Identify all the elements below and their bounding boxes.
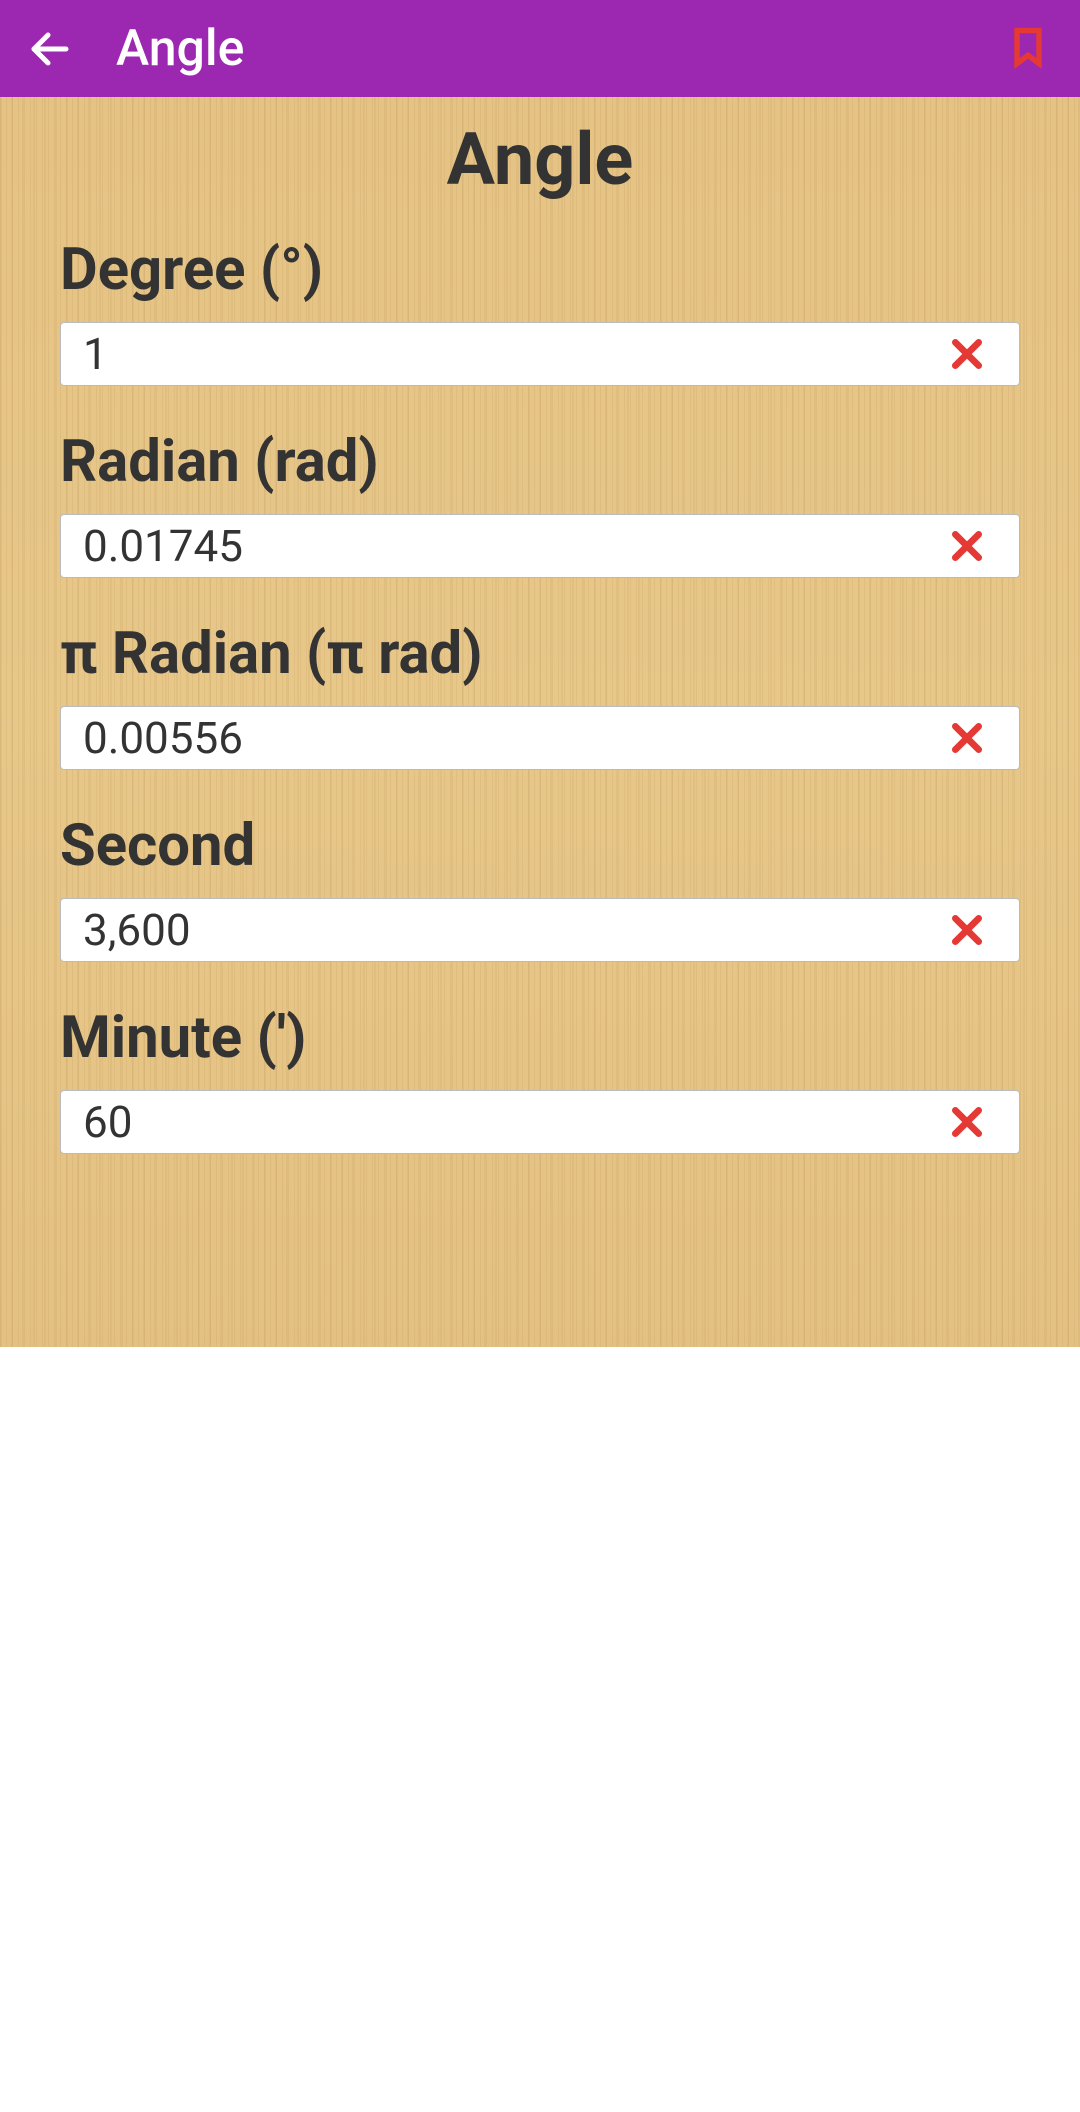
field-degree: Degree (°) bbox=[60, 236, 1020, 386]
close-icon bbox=[947, 334, 987, 374]
degree-input[interactable] bbox=[83, 328, 943, 380]
input-wrap-degree bbox=[60, 322, 1020, 386]
header-title: Angle bbox=[116, 20, 244, 78]
radian-input[interactable] bbox=[83, 520, 943, 572]
close-icon bbox=[947, 910, 987, 950]
close-icon bbox=[947, 718, 987, 758]
pi-radian-input[interactable] bbox=[83, 712, 943, 764]
close-icon bbox=[947, 526, 987, 566]
field-label-minute: Minute (') bbox=[60, 1004, 1020, 1072]
input-wrap-radian bbox=[60, 514, 1020, 578]
bookmark-button[interactable] bbox=[1006, 25, 1050, 73]
field-label-second: Second bbox=[60, 812, 1020, 880]
field-minute: Minute (') bbox=[60, 1004, 1020, 1154]
input-wrap-second bbox=[60, 898, 1020, 962]
app-header: Angle bbox=[0, 0, 1080, 97]
bookmark-icon bbox=[1006, 25, 1050, 69]
minute-input[interactable] bbox=[83, 1096, 943, 1148]
field-second: Second bbox=[60, 812, 1020, 962]
field-label-degree: Degree (°) bbox=[60, 236, 1020, 304]
field-pi-radian: π Radian (π rad) bbox=[60, 620, 1020, 770]
clear-pi-radian-button[interactable] bbox=[943, 714, 991, 762]
second-input[interactable] bbox=[83, 904, 943, 956]
field-label-radian: Radian (rad) bbox=[60, 428, 1020, 496]
content-area: Angle Degree (°) Radian (rad) bbox=[0, 97, 1080, 1347]
input-wrap-minute bbox=[60, 1090, 1020, 1154]
arrow-left-icon bbox=[26, 25, 74, 73]
input-wrap-pi-radian bbox=[60, 706, 1020, 770]
clear-second-button[interactable] bbox=[943, 906, 991, 954]
clear-minute-button[interactable] bbox=[943, 1098, 991, 1146]
clear-degree-button[interactable] bbox=[943, 330, 991, 378]
close-icon bbox=[947, 1102, 987, 1142]
clear-radian-button[interactable] bbox=[943, 522, 991, 570]
page-title: Angle bbox=[60, 117, 1020, 202]
field-label-pi-radian: π Radian (π rad) bbox=[60, 620, 1020, 688]
field-radian: Radian (rad) bbox=[60, 428, 1020, 578]
back-button[interactable] bbox=[20, 19, 80, 79]
